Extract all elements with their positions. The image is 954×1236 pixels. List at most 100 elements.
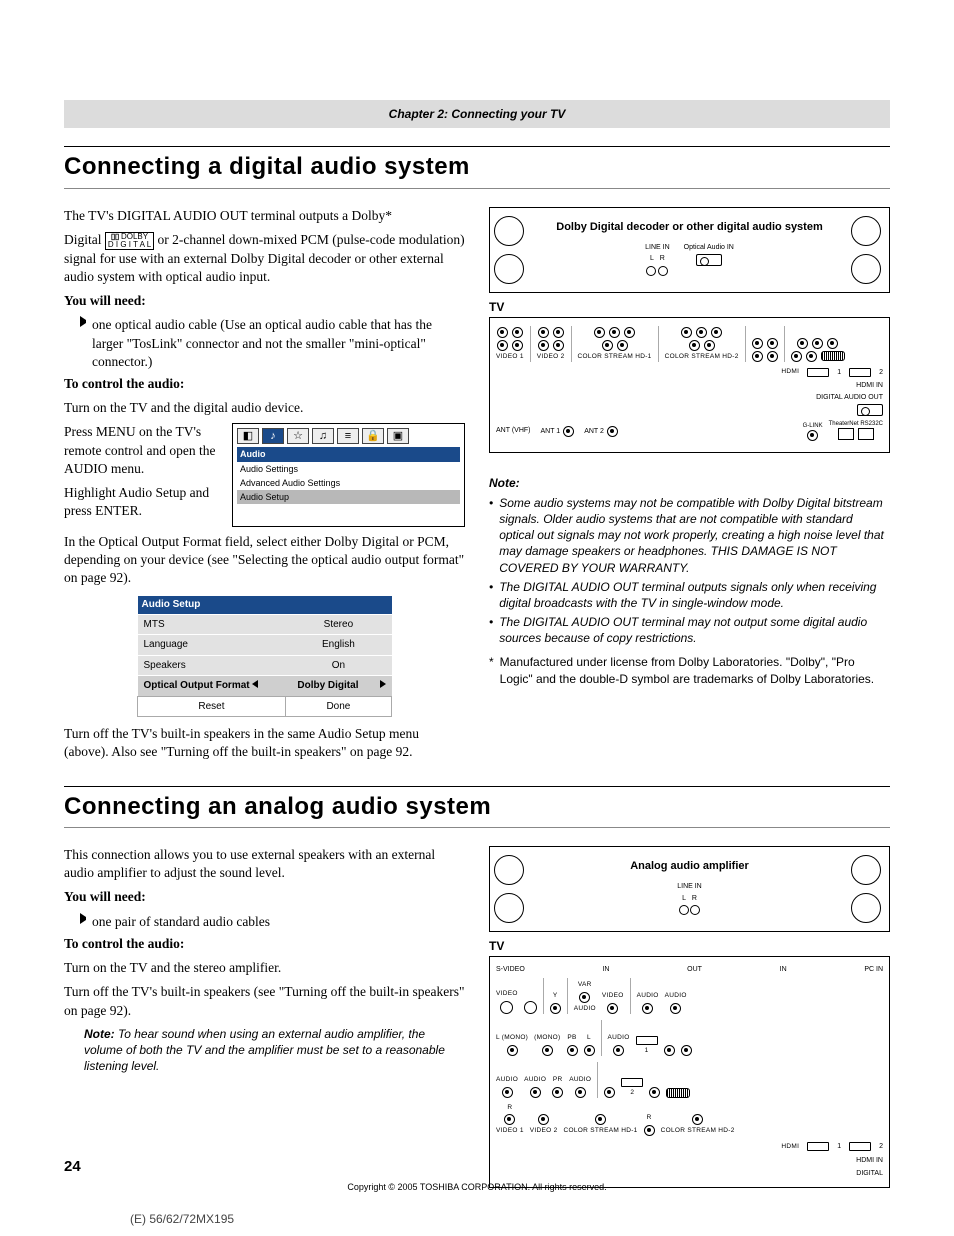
osd-tab-icon: ≡ bbox=[337, 428, 359, 444]
s1-turn-off-speakers: Turn off the TV's built-in speakers in t… bbox=[64, 725, 465, 761]
hdmi-slot-small bbox=[636, 1036, 658, 1045]
port-group: AUDIO bbox=[524, 1076, 546, 1098]
theaternet-label: TheaterNet bbox=[829, 421, 859, 427]
tv-panel-top-row: VIDEO 1 VIDEO 2 COLOR STREAM HD-1 bbox=[496, 326, 883, 362]
decoder-label: Dolby Digital decoder or other digital a… bbox=[536, 220, 843, 235]
y-lbl: Y bbox=[553, 992, 558, 999]
vga-port-icon bbox=[666, 1088, 690, 1098]
cshd1-lbl: COLOR STREAM HD-1 bbox=[564, 1127, 638, 1136]
svideo-label: S-VIDEO bbox=[496, 965, 525, 974]
osd-tabbar: ◧ ♪ ☆ ♫ ≡ 🔒 ▣ bbox=[237, 428, 460, 444]
rca-icon bbox=[806, 351, 817, 362]
dolby-bot: D I G I T A L bbox=[108, 240, 151, 249]
s2-ctrl-p1: Turn on the TV and the stereo amplifier. bbox=[64, 959, 465, 977]
port-group-pcin bbox=[791, 338, 845, 362]
s2-need-heading: You will need: bbox=[64, 888, 465, 906]
r-lbl2: R bbox=[647, 1114, 652, 1123]
s2-need-text: one pair of standard audio cables bbox=[92, 913, 270, 931]
comp-icon bbox=[550, 1003, 561, 1014]
audio-setup-done-button: Done bbox=[285, 696, 391, 717]
tv2-row3: AUDIO AUDIO PR AUDIO bbox=[496, 1062, 883, 1098]
hdmi-label: HDMI bbox=[781, 368, 799, 377]
audio-setup-row-label: Speakers bbox=[138, 655, 286, 676]
rca-icon bbox=[812, 338, 823, 349]
rca-icon bbox=[584, 1045, 595, 1056]
audio-lbl-row3b: AUDIO bbox=[524, 1076, 546, 1085]
rca-icon bbox=[575, 1087, 586, 1098]
divider bbox=[543, 978, 544, 1014]
optical-port-icon bbox=[696, 254, 722, 266]
rca-icon bbox=[681, 1045, 692, 1056]
s1-intro-line1: The TV's DIGITAL AUDIO OUT terminal outp… bbox=[64, 207, 465, 225]
rca-jack-icon bbox=[658, 266, 668, 276]
port-group bbox=[524, 1001, 537, 1014]
hdmi-port-icon-1 bbox=[807, 368, 829, 377]
divider bbox=[784, 326, 785, 362]
port-group: AUDIO bbox=[496, 1076, 518, 1098]
speaker-right-icon bbox=[851, 855, 885, 923]
rca-icon bbox=[681, 327, 692, 338]
optical-in-label: Optical Audio IN bbox=[684, 243, 734, 252]
triangle-right-icon bbox=[380, 680, 386, 688]
rca-icon bbox=[617, 340, 628, 351]
audio-setup-sel-label: Optical Output Format bbox=[138, 676, 286, 697]
pc-in-label: PC IN bbox=[864, 965, 883, 974]
s2-intro: This connection allows you to use extern… bbox=[64, 846, 465, 882]
svideo-icon bbox=[524, 1001, 537, 1014]
rca-icon bbox=[604, 1087, 615, 1098]
osd-tab-icon: ♫ bbox=[312, 428, 334, 444]
l-label: L bbox=[682, 895, 686, 902]
in-label-2: IN bbox=[780, 965, 787, 974]
rca-icon bbox=[711, 327, 722, 338]
tv-rear-panel-diagram-2: S-VIDEO IN OUT IN PC IN VIDEO bbox=[489, 956, 890, 1187]
optical-in-group: Optical Audio IN bbox=[684, 243, 734, 279]
rca-icon bbox=[595, 1114, 606, 1125]
port-group: AUDIO bbox=[569, 1076, 591, 1098]
rca-icon bbox=[767, 351, 778, 362]
osd-head: Audio bbox=[237, 447, 460, 461]
speaker-right-icon bbox=[851, 216, 885, 284]
ant-area: ANT (VHF) ANT 1 ANT 2 G-LINK TheaterNet … bbox=[496, 420, 883, 444]
var-lbl: VAR bbox=[578, 981, 592, 988]
video1-lbl: VIDEO 1 bbox=[496, 1127, 524, 1136]
s2-need-item: one pair of standard audio cables bbox=[80, 913, 465, 931]
s1-ctrl-p1: Turn on the TV and the digital audio dev… bbox=[64, 399, 465, 417]
port-group: COLOR STREAM HD-2 bbox=[661, 1114, 735, 1136]
note-item: •The DIGITAL AUDIO OUT terminal may not … bbox=[489, 614, 890, 646]
audio-in-lbl: AUDIO bbox=[637, 992, 659, 1001]
line-in-group: LINE IN L R bbox=[677, 882, 702, 918]
speaker-left-icon bbox=[494, 216, 528, 284]
ant2-group: ANT 2 bbox=[584, 426, 618, 437]
s2-control-heading: To control the audio: bbox=[64, 935, 465, 953]
port-label: VIDEO bbox=[496, 990, 518, 999]
section1-right-col: Dolby Digital decoder or other digital a… bbox=[489, 207, 890, 768]
port-group: L (MONO) bbox=[496, 1034, 528, 1056]
line-in-label: LINE IN bbox=[677, 882, 702, 891]
audio-setup-row-label: MTS bbox=[138, 614, 286, 635]
audio-setup-title: Audio Setup bbox=[138, 596, 392, 615]
port-group: VIDEO 2 bbox=[530, 1114, 558, 1136]
rca-icon bbox=[791, 351, 802, 362]
tv2-row4: R VIDEO 1 VIDEO 2 COLOR STREAM HD-1 R bbox=[496, 1104, 883, 1137]
rca-icon bbox=[767, 338, 778, 349]
rca-jack-icon bbox=[679, 905, 689, 915]
page-number: 24 bbox=[64, 1158, 81, 1175]
triangle-left-icon bbox=[252, 680, 258, 688]
ant-jack-icon bbox=[607, 426, 618, 437]
mono-lbl2: (MONO) bbox=[534, 1034, 560, 1043]
rca-icon bbox=[538, 340, 549, 351]
rca-icon bbox=[538, 1114, 549, 1125]
audio-setup-sel-label-text: Optical Output Format bbox=[144, 680, 250, 691]
port-group bbox=[664, 1045, 675, 1056]
rca-icon bbox=[602, 340, 613, 351]
card-slot-icon bbox=[858, 428, 874, 440]
port-group-video1: VIDEO 1 bbox=[496, 327, 524, 362]
pr-lbl: PR bbox=[553, 1076, 563, 1085]
divider bbox=[597, 1062, 598, 1098]
section-heading-analog-audio: Connecting an analog audio system bbox=[64, 786, 890, 828]
ant1-group: ANT 1 bbox=[540, 426, 574, 437]
svideo-icon bbox=[500, 1001, 513, 1014]
card-slot-icon bbox=[838, 428, 854, 440]
hdmi-slot-small bbox=[621, 1078, 643, 1087]
osd-item: Audio Settings bbox=[237, 462, 460, 476]
